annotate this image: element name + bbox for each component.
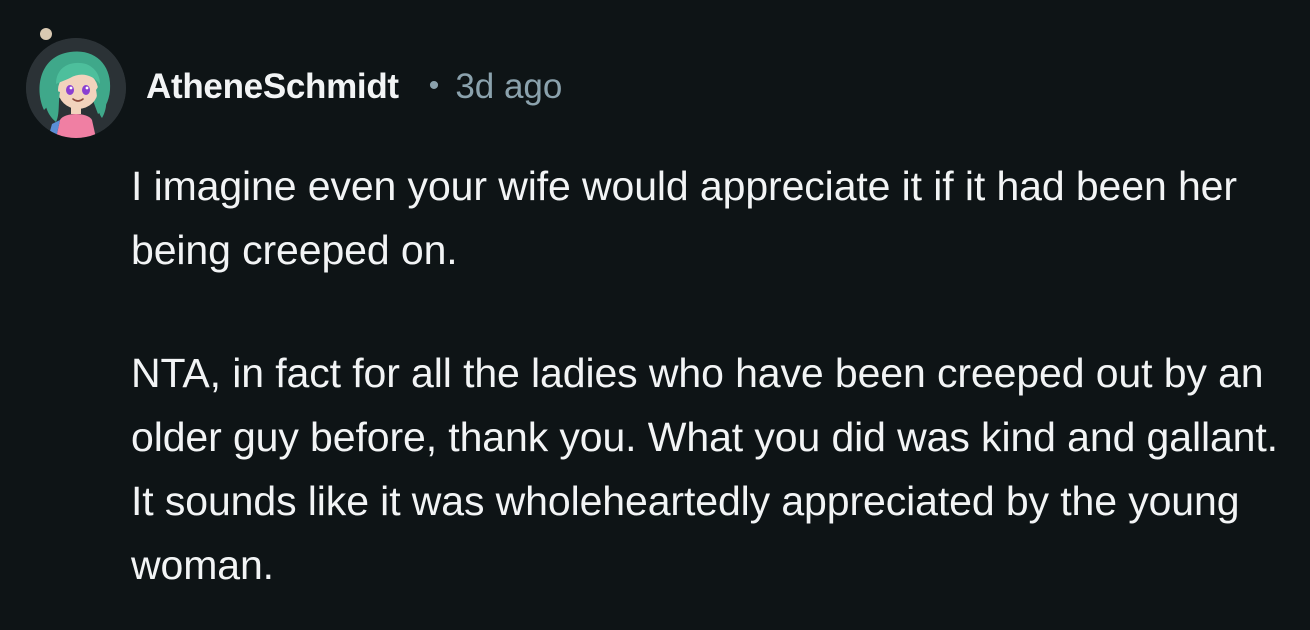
user-avatar-icon bbox=[26, 38, 126, 138]
comment: AtheneSchmidt • 3d ago I imagine even yo… bbox=[0, 0, 1310, 630]
avatar-accessory-icon bbox=[40, 28, 52, 40]
avatar[interactable] bbox=[26, 38, 126, 138]
comment-paragraph: NTA, in fact for all the ladies who have… bbox=[131, 350, 1278, 588]
author-link[interactable]: AtheneSchmidt bbox=[146, 67, 399, 107]
comment-header: AtheneSchmidt • 3d ago bbox=[146, 62, 562, 112]
timestamp[interactable]: 3d ago bbox=[455, 67, 562, 107]
comment-body: I imagine even your wife would appreciat… bbox=[131, 154, 1291, 597]
meta-separator: • bbox=[428, 69, 440, 102]
comment-paragraph: I imagine even your wife would appreciat… bbox=[131, 163, 1237, 273]
